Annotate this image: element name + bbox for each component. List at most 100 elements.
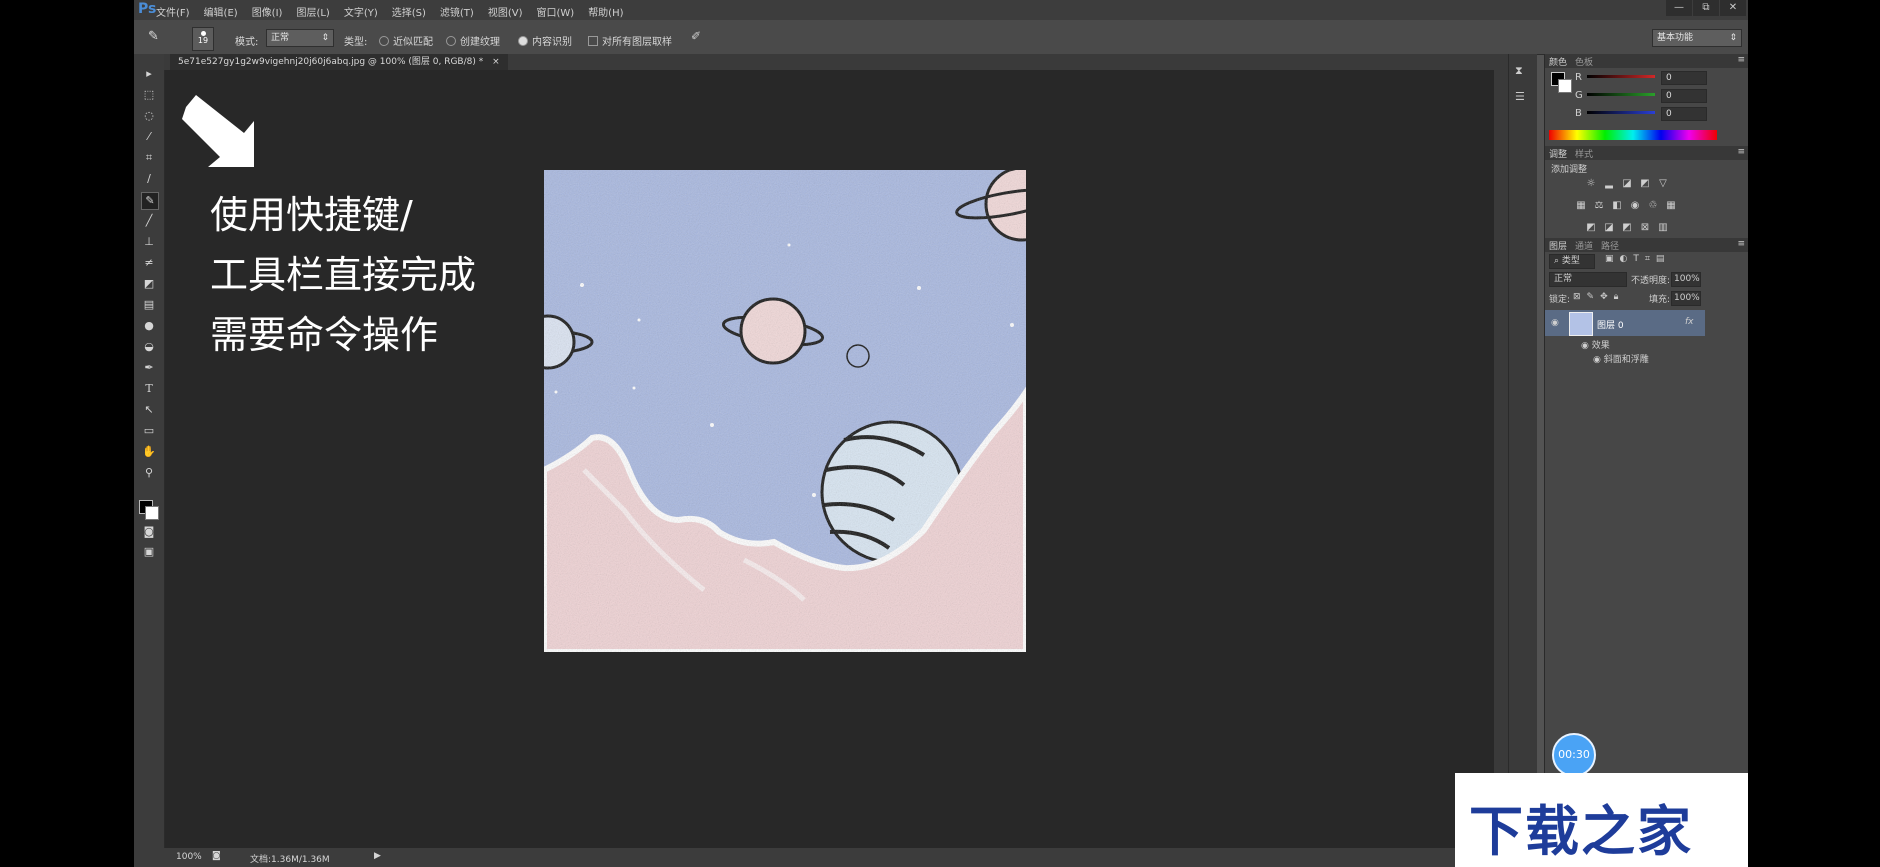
close-button[interactable]: ✕ — [1720, 0, 1746, 16]
lasso-tool-icon[interactable]: ◌ — [141, 108, 157, 124]
crop-tool-icon[interactable]: ⌗ — [141, 150, 157, 166]
menu-select[interactable]: 选择(S) — [392, 4, 426, 19]
hand-tool-icon[interactable]: ✋ — [141, 444, 157, 460]
blend-mode-select[interactable]: 正常 — [1549, 272, 1627, 287]
panel-menu-icon[interactable]: ≡ — [1737, 147, 1745, 157]
path-select-tool-icon[interactable]: ↖ — [141, 402, 157, 418]
canvas-area[interactable]: 使用快捷键/ 工具栏直接完成 需要命令操作 — [165, 70, 1536, 848]
color-balance-icon[interactable]: ⚖ — [1593, 200, 1605, 212]
restore-button[interactable]: ⧉ — [1693, 0, 1719, 16]
channel-mixer-icon[interactable]: ♲ — [1647, 200, 1659, 212]
invert-icon[interactable]: ◩ — [1585, 222, 1597, 234]
mode-select[interactable]: 正常 ⇕ — [266, 29, 334, 47]
r-slider[interactable] — [1587, 75, 1655, 78]
gradient-tool-icon[interactable]: ▤ — [141, 297, 157, 313]
effects-row[interactable]: ◉ 效果 — [1581, 338, 1610, 351]
tab-paths[interactable]: 路径 — [1601, 239, 1619, 252]
play-arrow-icon[interactable]: ▶ — [374, 851, 381, 861]
pressure-icon[interactable]: ✐ — [691, 29, 707, 45]
pen-tool-icon[interactable]: ✒ — [141, 360, 157, 376]
fill-field[interactable]: 100% — [1671, 291, 1701, 306]
b-value-field[interactable]: 0 — [1661, 107, 1707, 121]
dodge-tool-icon[interactable]: ◒ — [141, 339, 157, 355]
threshold-icon[interactable]: ◩ — [1621, 222, 1633, 234]
panel-menu-icon[interactable]: ≡ — [1737, 55, 1745, 65]
history-panel-icon[interactable]: ⧗ — [1515, 64, 1531, 80]
levels-icon[interactable]: ▂ — [1603, 178, 1615, 190]
gradient-map-icon[interactable]: ▥ — [1657, 222, 1669, 234]
radio-content-aware[interactable]: 内容识别 — [518, 33, 572, 48]
spot-healing-brush-icon[interactable]: ✎ — [148, 29, 164, 45]
eraser-tool-icon[interactable]: ◩ — [141, 276, 157, 292]
zoom-tool-icon[interactable]: ⚲ — [141, 465, 157, 481]
menu-image[interactable]: 图像(I) — [252, 4, 283, 19]
clone-stamp-tool-icon[interactable]: ⊥ — [141, 234, 157, 250]
menu-layer[interactable]: 图层(L) — [296, 4, 329, 19]
g-value-field[interactable]: 0 — [1661, 89, 1707, 103]
menu-filter[interactable]: 滤镜(T) — [440, 4, 474, 19]
tab-swatches[interactable]: 色板 — [1575, 55, 1593, 68]
layer-name[interactable]: 图层 0 — [1597, 318, 1624, 331]
document-tab[interactable]: 5e71e527gy1g2w9vigehnj20j60j6abq.jpg @ 1… — [170, 54, 508, 70]
background-color-swatch[interactable] — [145, 506, 159, 520]
photo-filter-icon[interactable]: ◉ — [1629, 200, 1641, 212]
opacity-field[interactable]: 100% — [1671, 272, 1701, 287]
status-icon[interactable]: ◙ — [212, 851, 221, 861]
color-lookup-icon[interactable]: ▦ — [1665, 200, 1677, 212]
radio-proximity-match[interactable]: 近似匹配 — [379, 33, 433, 48]
vertical-scrollbar[interactable] — [1494, 70, 1508, 848]
menu-edit[interactable]: 编辑(E) — [204, 4, 238, 19]
quick-mask-icon[interactable]: ◙ — [141, 524, 157, 540]
g-slider[interactable] — [1587, 93, 1655, 96]
r-value-field[interactable]: 0 — [1661, 71, 1707, 85]
panel-menu-icon[interactable]: ≡ — [1737, 239, 1745, 249]
type-tool-icon[interactable]: T — [141, 381, 157, 397]
menu-type[interactable]: 文字(Y) — [344, 4, 378, 19]
vibrance-icon[interactable]: ▽ — [1657, 178, 1669, 190]
menu-view[interactable]: 视图(V) — [488, 4, 523, 19]
move-tool-icon[interactable]: ▸ — [141, 66, 157, 82]
tab-adjustments[interactable]: 调整 — [1549, 147, 1567, 160]
radio-create-texture[interactable]: 创建纹理 — [446, 33, 500, 48]
marquee-tool-icon[interactable]: ⬚ — [141, 87, 157, 103]
healing-brush-tool-icon[interactable]: ✎ — [141, 192, 159, 210]
layer-row[interactable]: ◉ 图层 0 fx — [1545, 310, 1705, 336]
brush-tool-icon[interactable]: ╱ — [141, 213, 157, 229]
selective-color-icon[interactable]: ⊠ — [1639, 222, 1651, 234]
eyedropper-tool-icon[interactable]: ∕ — [141, 171, 157, 187]
tab-styles[interactable]: 样式 — [1575, 147, 1593, 160]
properties-panel-icon[interactable]: ☰ — [1515, 90, 1531, 106]
posterize-icon[interactable]: ◪ — [1603, 222, 1615, 234]
effect-item-row[interactable]: ◉ 斜面和浮雕 — [1593, 352, 1649, 365]
fx-badge[interactable]: fx — [1685, 317, 1694, 327]
exposure-icon[interactable]: ◩ — [1639, 178, 1651, 190]
layer-filter-select[interactable]: ⌕ 类型 — [1549, 254, 1595, 269]
tab-layers[interactable]: 图层 — [1549, 239, 1567, 252]
history-brush-tool-icon[interactable]: ≠ — [141, 255, 157, 271]
b-slider[interactable] — [1587, 111, 1655, 114]
black-white-icon[interactable]: ◧ — [1611, 200, 1623, 212]
menu-file[interactable]: 文件(F) — [156, 4, 190, 19]
screen-mode-icon[interactable]: ▣ — [141, 544, 157, 560]
color-spectrum-bar[interactable] — [1549, 130, 1717, 140]
tab-channels[interactable]: 通道 — [1575, 239, 1593, 252]
brightness-icon[interactable]: ☼ — [1585, 178, 1597, 190]
zoom-level[interactable]: 100% — [176, 852, 202, 862]
eye-icon[interactable]: ◉ — [1593, 355, 1604, 365]
minimize-button[interactable]: — — [1666, 0, 1692, 16]
layer-filter-icons[interactable]: ▣◐T⌗▤ — [1605, 254, 1695, 267]
hue-sat-icon[interactable]: ▦ — [1575, 200, 1587, 212]
eye-icon[interactable]: ◉ — [1581, 341, 1592, 351]
brush-picker[interactable]: 19 — [192, 27, 214, 51]
workspace-select[interactable]: 基本功能 ⇕ — [1652, 29, 1742, 47]
tab-color[interactable]: 颜色 — [1549, 55, 1567, 68]
blur-tool-icon[interactable]: ● — [141, 318, 157, 334]
lock-icons[interactable]: ⊠✎✥🔒︎ — [1573, 292, 1624, 302]
visibility-eye-icon[interactable]: ◉ — [1551, 318, 1559, 328]
sample-all-layers-checkbox[interactable]: 对所有图层取样 — [588, 33, 672, 48]
menu-window[interactable]: 窗口(W) — [536, 4, 574, 19]
document-image[interactable] — [544, 170, 1026, 652]
bg-color-chip[interactable] — [1558, 79, 1572, 93]
menu-help[interactable]: 帮助(H) — [588, 4, 623, 19]
curves-icon[interactable]: ◪ — [1621, 178, 1633, 190]
